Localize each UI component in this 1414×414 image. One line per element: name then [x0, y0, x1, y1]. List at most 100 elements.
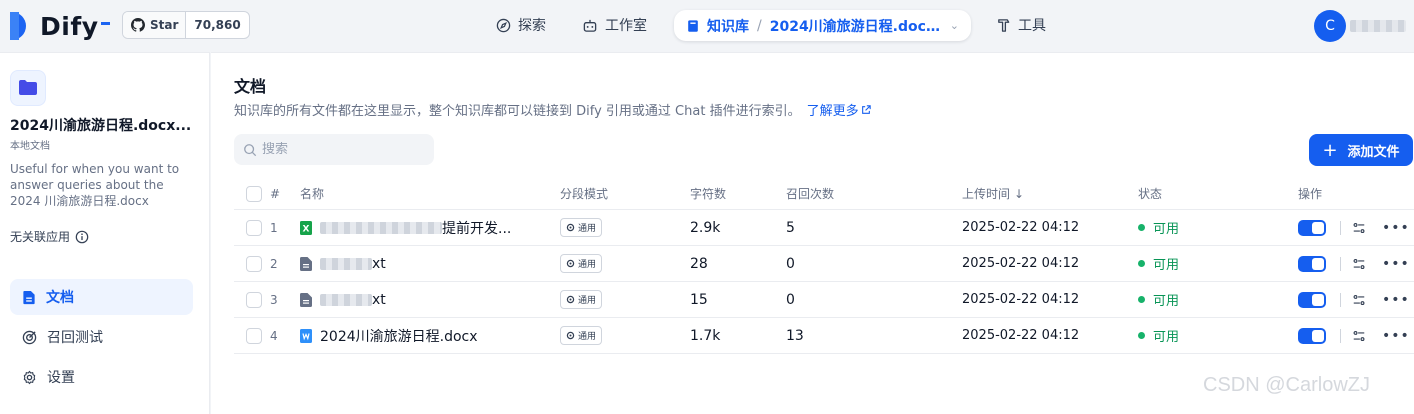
gear-icon [23, 370, 36, 384]
watermark: CSDN @CarlowZJ [1203, 374, 1370, 396]
select-all-checkbox[interactable] [246, 185, 262, 202]
enable-toggle[interactable] [1298, 255, 1326, 272]
add-file-label: 添加文件 [1347, 144, 1400, 160]
page-subtitle: 知识库的所有文件都在这里显示，整个知识库都可以链接到 Dify 引用或通过 Ch… [234, 100, 871, 119]
add-file-button[interactable]: + 添加文件 [1309, 134, 1413, 166]
compass-icon [496, 18, 511, 32]
nav-knowledge[interactable]: 知识库 / 2024川渝旅游日程.docx... ⌄ [674, 10, 971, 41]
username-redacted [1350, 20, 1406, 32]
documents-table: # 名称 分段模式 字符数 召回次数 上传时间 ↓ 状态 操作 1 X 提前开发.… [234, 178, 1414, 354]
col-upload-time[interactable]: 上传时间 ↓ [962, 178, 1024, 209]
row-index: 1 [270, 220, 278, 235]
more-icon[interactable]: ••• [1382, 220, 1410, 236]
search-icon [244, 143, 257, 156]
settings-sliders-icon[interactable] [1352, 293, 1366, 307]
gear-icon [566, 295, 575, 304]
more-icon[interactable]: ••• [1382, 256, 1410, 272]
status-badge: 可用 [1138, 282, 1179, 317]
sidebar-item-settings[interactable]: 设置 [10, 359, 193, 395]
redacted-text [320, 293, 372, 306]
nav-tools[interactable]: 工具 [986, 10, 1056, 40]
github-icon [131, 18, 145, 32]
status-dot [1138, 224, 1145, 231]
table-row[interactable]: 1 X 提前开发... 通用 2.9k 5 2025-02-22 04:12 可… [234, 210, 1414, 246]
settings-sliders-icon[interactable] [1352, 257, 1366, 271]
mode-badge: 通用 [560, 326, 603, 345]
char-count: 2.9k [690, 219, 721, 236]
folder-icon [10, 70, 46, 106]
nav-explore[interactable]: 探索 [486, 10, 556, 40]
enable-toggle[interactable] [1298, 219, 1326, 236]
current-doc-selector[interactable]: 2024川渝旅游日程.docx... [770, 16, 942, 36]
text-file-icon [300, 256, 312, 271]
linked-apps-label: 无关联应用 [10, 230, 71, 244]
avatar[interactable]: C [1314, 10, 1346, 42]
row-index: 4 [270, 328, 278, 343]
row-checkbox[interactable] [246, 255, 262, 272]
row-checkbox[interactable] [246, 291, 262, 308]
chevron-down-icon[interactable]: ⌄ [950, 19, 959, 32]
file-name: 提前开发... [442, 220, 512, 237]
settings-sliders-icon[interactable] [1352, 221, 1366, 235]
github-star-label: Star [150, 18, 179, 32]
sidebar: 2024川渝旅游日程.docx... 本地文档 Useful for when … [0, 52, 210, 414]
upload-time: 2025-02-22 04:12 [962, 292, 1080, 307]
page-subtitle-text: 知识库的所有文件都在这里显示，整个知识库都可以链接到 Dify 引用或通过 Ch… [234, 104, 801, 119]
dify-logo-mark [10, 12, 34, 40]
redacted-text [320, 257, 372, 270]
settings-sliders-icon[interactable] [1352, 329, 1366, 343]
sidebar-menu: 文档 召回测试 设置 [10, 279, 193, 399]
recall-count: 0 [786, 255, 795, 272]
logo-text: Dify [40, 11, 99, 41]
search-box[interactable] [234, 134, 434, 165]
status-badge: 可用 [1138, 246, 1179, 281]
more-icon[interactable]: ••• [1382, 328, 1410, 344]
nav-knowledge-label: 知识库 [707, 18, 749, 35]
svg-text:X: X [303, 224, 310, 234]
status-dot [1138, 332, 1145, 339]
recall-count: 13 [786, 327, 804, 344]
page-title: 文档 [234, 77, 267, 96]
char-count: 28 [690, 255, 708, 272]
kb-description: Useful for when you want to answer queri… [10, 162, 180, 208]
recall-count: 5 [786, 219, 795, 236]
row-checkbox[interactable] [246, 327, 262, 344]
recall-count: 0 [786, 291, 795, 308]
external-link-icon [861, 105, 871, 114]
char-count: 15 [690, 291, 708, 308]
nav-studio[interactable]: 工作室 [572, 10, 657, 40]
nav-explore-label: 探索 [518, 18, 546, 34]
enable-toggle[interactable] [1298, 291, 1326, 308]
book-icon [688, 19, 698, 32]
upload-time: 2025-02-22 04:12 [962, 328, 1080, 343]
top-bar: Dify Star 70,860 探索 工作室 知识库 / 2024川渝旅游日程… [0, 0, 1414, 52]
file-name: xt [372, 291, 386, 308]
robot-icon [583, 19, 597, 32]
user-menu[interactable]: C [1314, 10, 1406, 42]
info-icon[interactable] [75, 230, 89, 244]
char-count: 1.7k [690, 327, 721, 344]
learn-more-link[interactable]: 了解更多 [807, 104, 871, 119]
status-dot [1138, 260, 1145, 267]
dify-logo[interactable]: Dify [10, 11, 110, 41]
kb-type: 本地文档 [10, 141, 50, 152]
col-chars: 字符数 [690, 187, 727, 201]
redacted-text [320, 221, 442, 234]
search-input[interactable] [262, 142, 422, 157]
sidebar-item-documents[interactable]: 文档 [10, 279, 193, 315]
gear-icon [566, 331, 575, 340]
more-icon[interactable]: ••• [1382, 292, 1410, 308]
target-icon [22, 330, 37, 344]
kb-linked-apps[interactable]: 无关联应用 [10, 228, 89, 245]
enable-toggle[interactable] [1298, 327, 1326, 344]
table-row[interactable]: 2 xt 通用 28 0 2025-02-22 04:12 可用 ••• [234, 246, 1414, 282]
sidebar-item-recall-test[interactable]: 召回测试 [10, 319, 193, 355]
sidebar-item-label: 文档 [46, 290, 74, 306]
gear-icon [566, 259, 575, 268]
table-row[interactable]: 4 2024川渝旅游日程.docx 通用 1.7k 13 2025-02-22 … [234, 318, 1414, 354]
row-checkbox[interactable] [246, 219, 262, 236]
row-index: 2 [270, 256, 278, 271]
table-row[interactable]: 3 xt 通用 15 0 2025-02-22 04:12 可用 ••• [234, 282, 1414, 318]
gear-icon [566, 223, 575, 232]
github-star-button[interactable]: Star 70,860 [122, 11, 250, 39]
